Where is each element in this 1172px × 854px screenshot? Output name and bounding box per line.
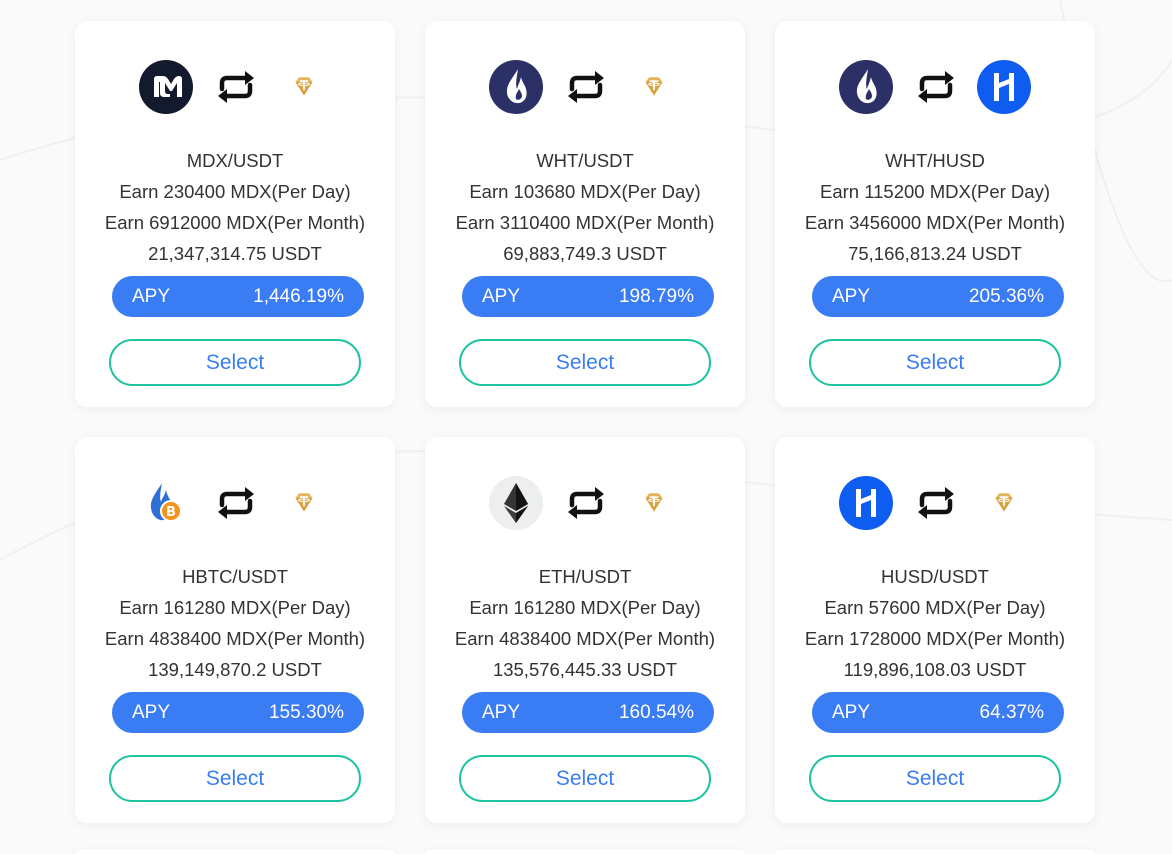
apy-value: 155.30% [268, 701, 344, 723]
apy-label: APY [132, 701, 171, 723]
apy-value: 64.37% [979, 701, 1044, 723]
apy-badge: APY 205.36% [812, 276, 1064, 317]
earn-per-month: Earn 6912000 MDX(Per Month) [104, 212, 366, 233]
pool-grid: MDX/USDT Earn 230400 MDX(Per Day) Earn 6… [75, 21, 1095, 823]
pool-info: ETH/USDT Earn 161280 MDX(Per Day) Earn 4… [425, 561, 745, 685]
pool-info: HUSD/USDT Earn 57600 MDX(Per Day) Earn 1… [775, 561, 1095, 685]
pool-info: WHT/USDT Earn 103680 MDX(Per Day) Earn 3… [425, 145, 745, 269]
swap-icon [564, 65, 608, 109]
pair-name: HBTC/USDT [182, 566, 288, 587]
swap-icon [564, 481, 608, 525]
usdt-icon [626, 59, 682, 115]
pool-card: WHT/USDT Earn 103680 MDX(Per Day) Earn 3… [425, 21, 745, 407]
svg-text:B: B [166, 505, 176, 520]
earn-per-month: Earn 1728000 MDX(Per Month) [804, 628, 1066, 649]
earn-per-day: Earn 103680 MDX(Per Day) [469, 181, 701, 202]
apy-label: APY [832, 701, 871, 723]
pair-icons: B [75, 475, 395, 531]
select-button[interactable]: Select [459, 755, 711, 802]
apy-label: APY [482, 285, 521, 307]
pair-name: WHT/USDT [536, 150, 634, 171]
total-value-locked: 21,347,314.75 USDT [148, 243, 322, 264]
hbtc-icon: B [138, 475, 194, 531]
husd-icon [838, 475, 894, 531]
apy-badge: APY 1,446.19% [112, 276, 364, 317]
total-value-locked: 69,883,749.3 USDT [503, 243, 667, 264]
swap-icon [914, 65, 958, 109]
earn-per-month: Earn 4838400 MDX(Per Month) [454, 628, 716, 649]
pool-card: HUSD/USDT Earn 57600 MDX(Per Day) Earn 1… [775, 437, 1095, 823]
husd-icon [976, 59, 1032, 115]
apy-value: 1,446.19% [253, 285, 344, 307]
apy-badge: APY 198.79% [462, 276, 714, 317]
pair-icons [775, 475, 1095, 531]
usdt-icon [276, 475, 332, 531]
earn-per-day: Earn 230400 MDX(Per Day) [119, 181, 351, 202]
apy-value: 198.79% [618, 285, 694, 307]
pool-info: MDX/USDT Earn 230400 MDX(Per Day) Earn 6… [75, 145, 395, 269]
apy-value: 160.54% [618, 701, 694, 723]
pair-icons [425, 59, 745, 115]
pool-card: MDX/USDT Earn 230400 MDX(Per Day) Earn 6… [75, 21, 395, 407]
pool-card: ETH/USDT Earn 161280 MDX(Per Day) Earn 4… [425, 437, 745, 823]
swap-icon [914, 481, 958, 525]
swap-icon [214, 65, 258, 109]
earn-per-month: Earn 3456000 MDX(Per Month) [804, 212, 1066, 233]
pool-card: WHT/HUSD Earn 115200 MDX(Per Day) Earn 3… [775, 21, 1095, 407]
total-value-locked: 75,166,813.24 USDT [848, 243, 1022, 264]
select-button[interactable]: Select [109, 755, 361, 802]
total-value-locked: 119,896,108.03 USDT [843, 659, 1027, 680]
pool-card: B HBTC/USDT Earn 161280 MDX(Per Day) Ear… [75, 437, 395, 823]
earn-per-day: Earn 161280 MDX(Per Day) [119, 597, 351, 618]
apy-label: APY [132, 285, 171, 307]
wht-icon [488, 59, 544, 115]
pair-name: WHT/HUSD [885, 150, 985, 171]
select-button[interactable]: Select [459, 339, 711, 386]
total-value-locked: 135,576,445.33 USDT [492, 659, 678, 680]
earn-per-day: Earn 115200 MDX(Per Day) [820, 181, 1050, 202]
earn-per-day: Earn 161280 MDX(Per Day) [469, 597, 701, 618]
usdt-icon [626, 475, 682, 531]
wht-icon [838, 59, 894, 115]
select-button[interactable]: Select [809, 755, 1061, 802]
pair-name: HUSD/USDT [881, 566, 989, 587]
earn-per-month: Earn 4838400 MDX(Per Month) [104, 628, 366, 649]
select-button[interactable]: Select [809, 339, 1061, 386]
select-button[interactable]: Select [109, 339, 361, 386]
total-value-locked: 139,149,870.2 USDT [148, 659, 322, 680]
usdt-icon [276, 59, 332, 115]
next-card-edge [75, 850, 395, 854]
apy-label: APY [482, 701, 521, 723]
pool-info: WHT/HUSD Earn 115200 MDX(Per Day) Earn 3… [775, 145, 1095, 269]
pair-name: ETH/USDT [538, 566, 632, 587]
pair-icons [425, 475, 745, 531]
apy-badge: APY 155.30% [112, 692, 364, 733]
pair-icons [75, 59, 395, 115]
pair-name: MDX/USDT [186, 150, 284, 171]
apy-label: APY [832, 285, 871, 307]
earn-per-day: Earn 57600 MDX(Per Day) [824, 597, 1046, 618]
eth-icon [488, 475, 544, 531]
pool-info: HBTC/USDT Earn 161280 MDX(Per Day) Earn … [75, 561, 395, 685]
next-card-edge [425, 850, 745, 854]
usdt-icon [976, 475, 1032, 531]
pair-icons [775, 59, 1095, 115]
earn-per-month: Earn 3110400 MDX(Per Month) [455, 212, 715, 233]
swap-icon [214, 481, 258, 525]
next-card-edge [775, 850, 1095, 854]
apy-value: 205.36% [968, 285, 1044, 307]
mdx-icon [138, 59, 194, 115]
apy-badge: APY 64.37% [812, 692, 1064, 733]
apy-badge: APY 160.54% [462, 692, 714, 733]
